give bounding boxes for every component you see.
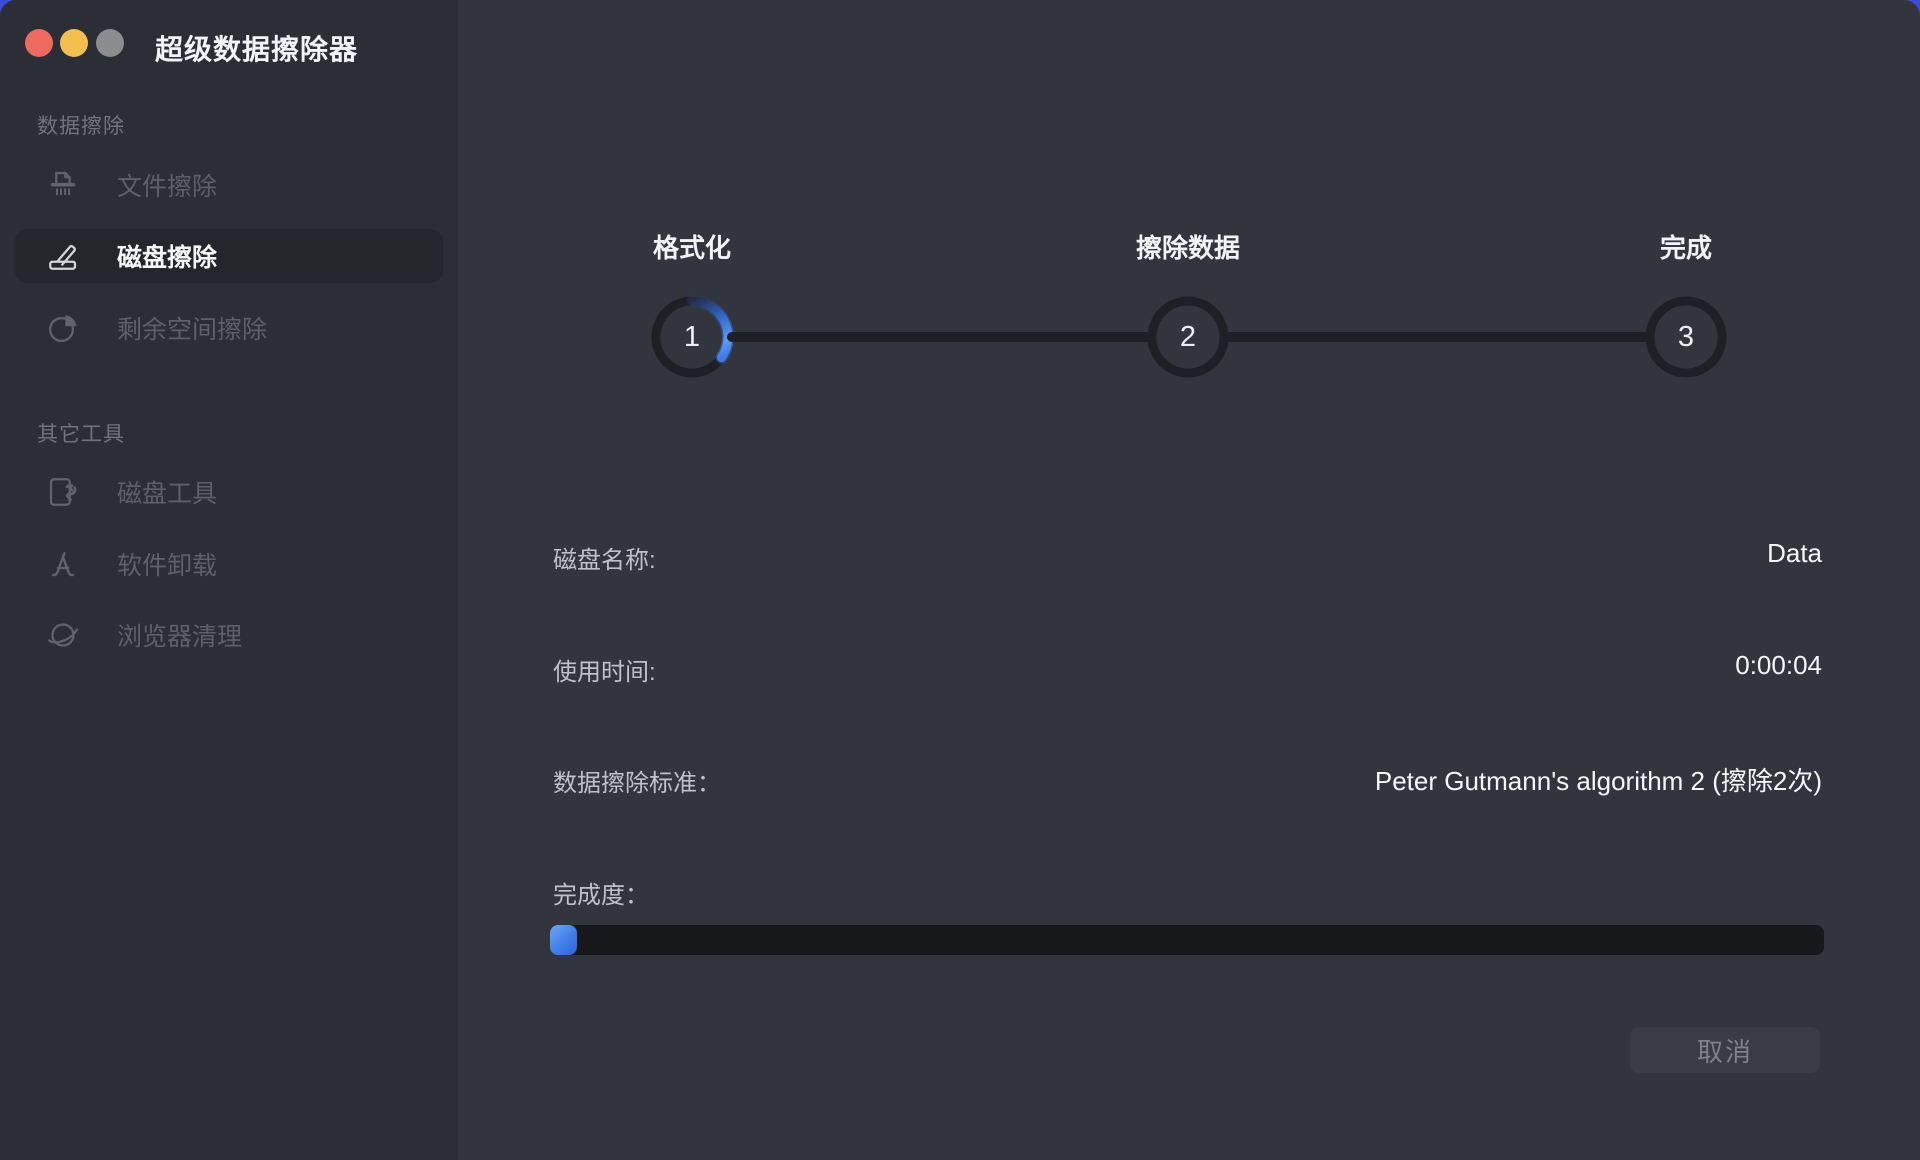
step-number: 1 (650, 295, 734, 379)
close-button[interactable] (25, 29, 53, 57)
zoom-button[interactable] (96, 29, 124, 57)
step-label-erase-data: 擦除数据 (1136, 228, 1240, 265)
disk-erase-icon (44, 237, 82, 275)
progress-fill (550, 925, 577, 955)
sidebar-item-label: 文件擦除 (117, 167, 217, 203)
sidebar-item-label: 浏览器清理 (117, 617, 242, 653)
step-number: 3 (1644, 295, 1728, 379)
disk-wrench-icon (44, 473, 82, 511)
browser-planet-icon (44, 616, 82, 654)
step-number: 2 (1146, 295, 1230, 379)
app-title: 超级数据擦除器 (155, 28, 358, 68)
step-circle-2: 2 (1146, 295, 1230, 379)
sidebar-item-label: 磁盘工具 (117, 474, 217, 510)
erase-standard-label: 数据擦除标准： (553, 763, 721, 798)
sidebar-item-label: 磁盘擦除 (117, 238, 217, 274)
step-label-done: 完成 (1660, 228, 1712, 265)
sidebar-item-disk-erase[interactable]: 磁盘擦除 (15, 229, 443, 283)
app-uninstall-icon (44, 545, 82, 583)
step-circle-1: 1 (650, 295, 734, 379)
sidebar-section-data-erase: 数据擦除 (37, 110, 125, 140)
sidebar: 超级数据擦除器 数据擦除 文件擦除 (0, 0, 458, 1160)
desktop: 超级数据擦除器 数据擦除 文件擦除 (0, 0, 1920, 1160)
sidebar-item-app-uninstall[interactable]: 软件卸载 (15, 537, 443, 591)
sidebar-item-browser-clean[interactable]: 浏览器清理 (15, 608, 443, 662)
sidebar-item-free-space-erase[interactable]: 剩余空间擦除 (15, 301, 443, 355)
minimize-button[interactable] (60, 29, 88, 57)
step-connector (727, 332, 1152, 342)
erase-standard-value: Peter Gutmann's algorithm 2 (擦除2次) (1375, 761, 1822, 798)
step-label-format: 格式化 (653, 228, 731, 265)
pie-chart-icon (44, 309, 82, 347)
sidebar-item-label: 剩余空间擦除 (117, 310, 267, 346)
step-connector (1224, 332, 1650, 342)
elapsed-time-value: 0:00:04 (1735, 650, 1822, 681)
app-window: 超级数据擦除器 数据擦除 文件擦除 (0, 0, 1920, 1160)
sidebar-section-other-tools: 其它工具 (37, 418, 125, 448)
step-circle-3: 3 (1644, 295, 1728, 379)
sidebar-item-disk-tools[interactable]: 磁盘工具 (15, 465, 443, 519)
sidebar-item-file-erase[interactable]: 文件擦除 (15, 158, 443, 212)
elapsed-time-label: 使用时间: (553, 652, 656, 687)
disk-name-value: Data (1767, 538, 1822, 569)
shredder-icon (44, 166, 82, 204)
sidebar-item-label: 软件卸载 (117, 546, 217, 582)
progress-label: 完成度： (553, 875, 649, 910)
cancel-button[interactable]: 取消 (1630, 1027, 1820, 1073)
progress-bar (550, 925, 1824, 955)
disk-name-label: 磁盘名称: (553, 540, 656, 575)
